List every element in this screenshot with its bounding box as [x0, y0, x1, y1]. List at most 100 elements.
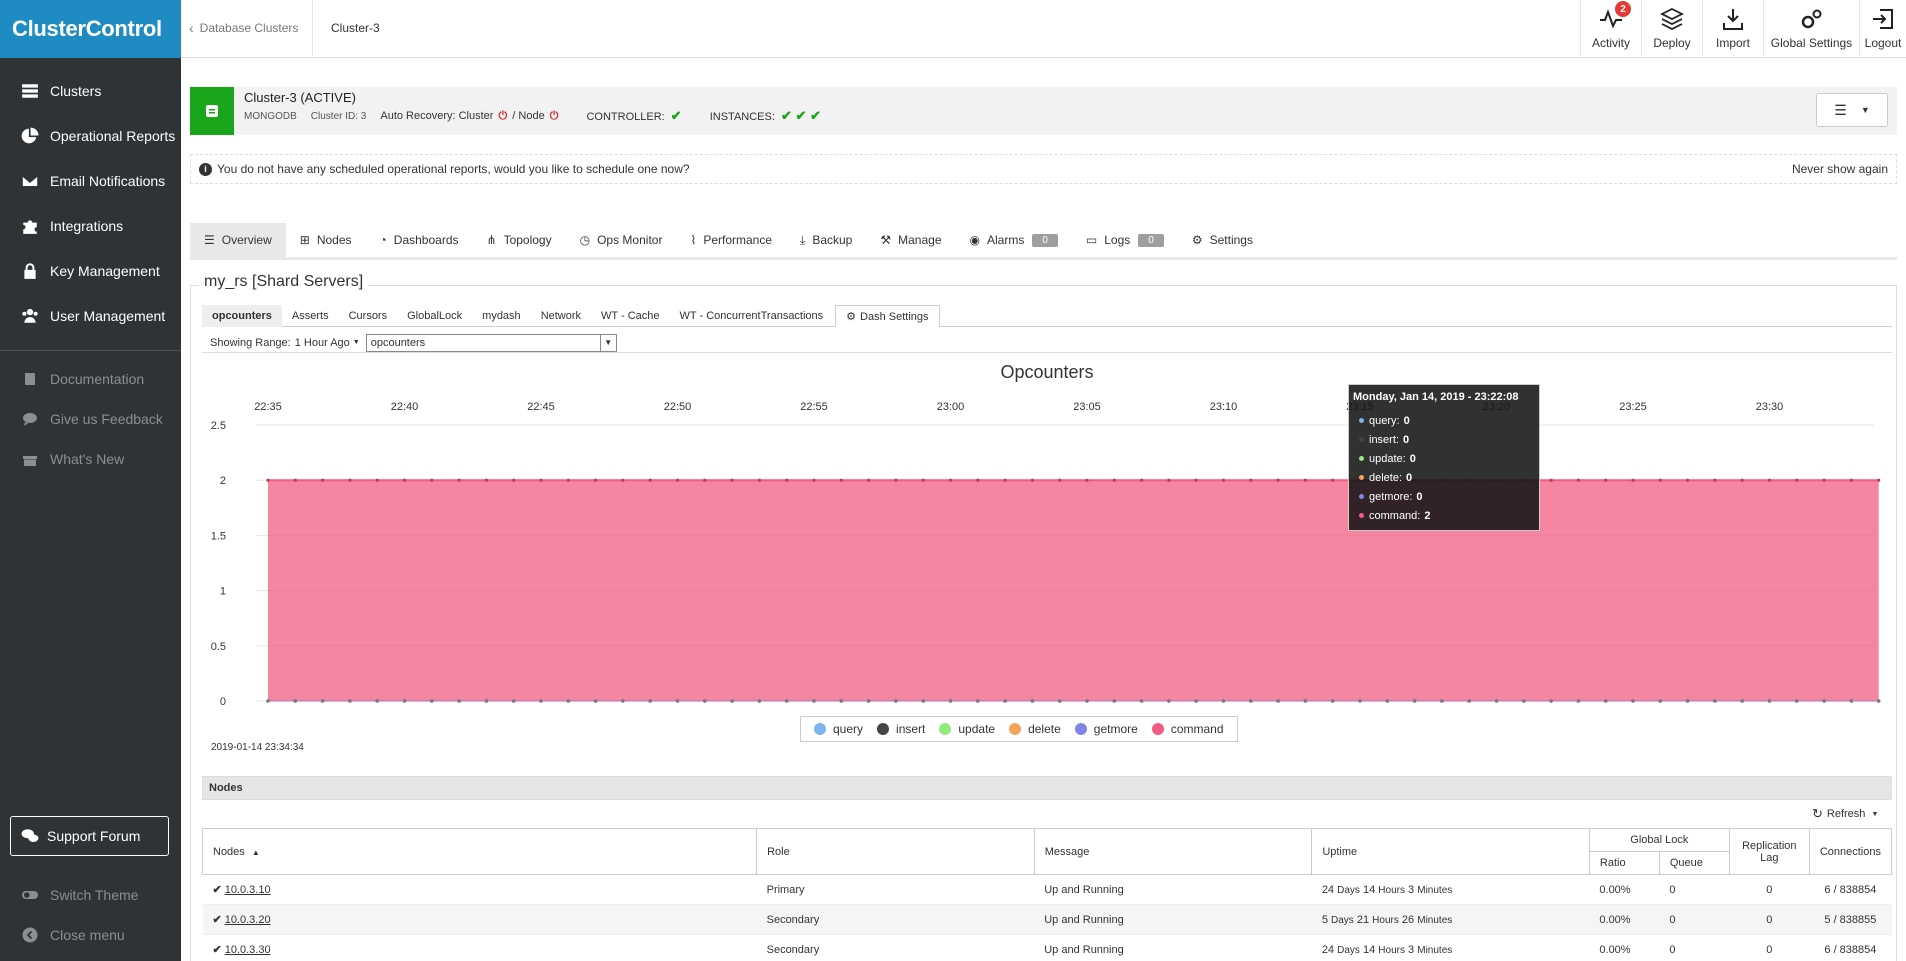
queue-cell: 0: [1659, 904, 1730, 935]
switch-theme-toggle[interactable]: Switch Theme: [0, 875, 181, 915]
gift-icon: [20, 451, 40, 467]
tab-topology[interactable]: ⋔ Topology: [473, 223, 566, 257]
data-point-command: [921, 478, 925, 482]
sidebar-item-clusters[interactable]: Clusters: [0, 68, 181, 113]
logout-button[interactable]: Logout: [1859, 0, 1906, 56]
never-show-again-link[interactable]: Never show again: [1792, 162, 1888, 176]
x-tick-label: 22:45: [527, 401, 555, 413]
dash-tab-network[interactable]: Network: [531, 305, 591, 327]
breadcrumb-current: Cluster-3: [331, 21, 380, 35]
tooltip-swatch: [1359, 494, 1364, 499]
tab-performance[interactable]: ⌇ Performance: [676, 223, 786, 257]
tab-backup[interactable]: ⤓ Backup: [786, 223, 866, 257]
tab-settings[interactable]: ⚙ Settings: [1178, 223, 1267, 257]
sidebar-item-whats-new[interactable]: What's New: [0, 439, 181, 479]
dash-settings-label: Dash Settings: [860, 310, 929, 323]
col-nodes[interactable]: Nodes ▲: [201, 828, 758, 875]
breadcrumb-back-link[interactable]: ‹ Database Clusters: [181, 0, 313, 56]
caret-down-icon: ▼: [1860, 105, 1870, 115]
switch-theme-label: Switch Theme: [50, 887, 139, 903]
cluster-header: Cluster-3 (ACTIVE) MONGODB Cluster ID: 3…: [190, 87, 1897, 135]
sidebar-item-email-notifications[interactable]: Email Notifications: [0, 158, 181, 203]
logout-icon: [1873, 9, 1893, 29]
table-row[interactable]: ✔ 10.0.3.30 Secondary Up and Running 24 Days…: [202, 934, 1892, 961]
dash-settings-button[interactable]: ⚙ Dash Settings: [835, 305, 940, 327]
power-icon[interactable]: ⏻: [499, 110, 508, 122]
sidebar-item-documentation[interactable]: Documentation: [0, 359, 181, 399]
activity-button[interactable]: 2 Activity: [1580, 0, 1641, 56]
x-tick-label: 22:35: [254, 401, 282, 413]
power-icon[interactable]: ⏻: [550, 110, 559, 122]
app-logo[interactable]: ClusterControl: [0, 0, 181, 58]
dash-tab-mydash[interactable]: mydash: [472, 305, 531, 327]
opcounters-chart[interactable]: 0 0.5 1 1.5 2 2.5 22:35 22:40 22:45 22:50 22:55 23:…: [202, 395, 1892, 715]
tab-ops-monitor[interactable]: ◷ Ops Monitor: [566, 223, 677, 257]
data-point-getmore: [730, 699, 734, 703]
clusters-icon: [20, 81, 40, 101]
legend-item-command[interactable]: command: [1151, 722, 1224, 736]
global-settings-button[interactable]: Global Settings: [1763, 0, 1859, 56]
data-point-command: [1194, 478, 1198, 482]
dash-tab-globallock[interactable]: GlobalLock: [397, 305, 472, 327]
tab-label: Performance: [703, 233, 773, 247]
tab-manage[interactable]: ⚒ Manage: [866, 223, 955, 257]
support-forum-button[interactable]: Support Forum: [10, 816, 169, 856]
sidebar-item-key-management[interactable]: Key Management: [0, 248, 181, 293]
tab-label: Settings: [1209, 233, 1253, 247]
refresh-button[interactable]: ↻ Refresh ▼: [1812, 806, 1878, 822]
tab-dashboards[interactable]: ◔ Dashboards: [366, 223, 473, 257]
sidebar-item-feedback[interactable]: Give us Feedback: [0, 399, 181, 439]
deploy-button[interactable]: Deploy: [1641, 0, 1702, 56]
node-host-link[interactable]: 10.0.3.30: [225, 944, 271, 956]
import-button[interactable]: Import: [1702, 0, 1763, 56]
data-point-command: [594, 478, 598, 482]
ratio-cell: 0.00%: [1589, 904, 1660, 935]
layers-icon: [1659, 7, 1685, 31]
data-point-command: [375, 478, 379, 482]
dash-tab-asserts[interactable]: Asserts: [282, 305, 339, 327]
sidebar-divider: [0, 350, 181, 351]
table-row[interactable]: ✔ 10.0.3.20 Secondary Up and Running 5 Days …: [202, 904, 1892, 935]
data-point-getmore: [1467, 699, 1471, 703]
data-point-command: [948, 478, 953, 482]
notice-text[interactable]: You do not have any scheduled operationa…: [217, 162, 690, 176]
legend-item-getmore[interactable]: getmore: [1074, 722, 1138, 736]
node-host-link[interactable]: 10.0.3.10: [225, 884, 271, 896]
node-host-link[interactable]: 10.0.3.20: [225, 914, 271, 926]
data-point-command: [1713, 478, 1717, 482]
nodes-table: Nodes ▲ Role Message Uptime Global Lock …: [201, 828, 1893, 961]
sidebar-item-operational-reports[interactable]: Operational Reports: [0, 113, 181, 158]
legend-item-delete[interactable]: delete: [1009, 722, 1061, 736]
tab-nodes[interactable]: ⊞ Nodes: [286, 223, 366, 257]
uptime-cell: 5 Days 21 Hours 26 Minutes: [1311, 904, 1590, 935]
sidebar-item-label: User Management: [50, 307, 166, 324]
sidebar-item-integrations[interactable]: Integrations: [0, 203, 181, 248]
legend-item-insert[interactable]: insert: [877, 722, 925, 736]
sidebar-item-user-management[interactable]: User Management: [0, 293, 181, 338]
lag-cell: 0: [1729, 874, 1810, 905]
data-point-command: [1003, 478, 1007, 482]
tab-alarms[interactable]: ◉ Alarms 0: [956, 223, 1072, 257]
chart-title: Opcounters: [1000, 362, 1094, 382]
logs-count-badge: 0: [1138, 233, 1164, 247]
dash-tab-wt-concurrenttransactions[interactable]: WT - ConcurrentTransactions: [670, 305, 834, 327]
legend-item-update[interactable]: update: [939, 722, 995, 736]
auto-recovery-label: Auto Recovery: Cluster: [380, 109, 494, 122]
table-row[interactable]: ✔ 10.0.3.10 Primary Up and Running 24 Days 1…: [202, 874, 1892, 905]
tooltip-row: update: 0: [1353, 449, 1535, 468]
close-menu-button[interactable]: Close menu: [0, 915, 181, 955]
dash-tab-opcounters[interactable]: opcounters: [202, 305, 282, 327]
line-chart-icon: ⌇: [690, 233, 697, 247]
tab-logs[interactable]: ▭ Logs 0: [1072, 223, 1178, 257]
dash-tab-wt-cache[interactable]: WT - Cache: [591, 305, 669, 327]
controller-status: CONTROLLER: ✔: [586, 108, 695, 124]
data-point-getmore: [1877, 699, 1881, 703]
cluster-actions-dropdown[interactable]: ☰ ▼: [1816, 93, 1888, 127]
legend-item-query[interactable]: query: [814, 722, 863, 736]
range-dropdown[interactable]: 1 Hour Ago ▼: [295, 337, 360, 349]
tab-overview[interactable]: ☰ Overview: [190, 223, 286, 257]
queue-cell: 0: [1659, 934, 1730, 961]
x-tick-label: 22:55: [800, 401, 828, 413]
dash-tab-cursors[interactable]: Cursors: [339, 305, 398, 327]
metric-select[interactable]: opcounters ▼: [365, 333, 617, 352]
